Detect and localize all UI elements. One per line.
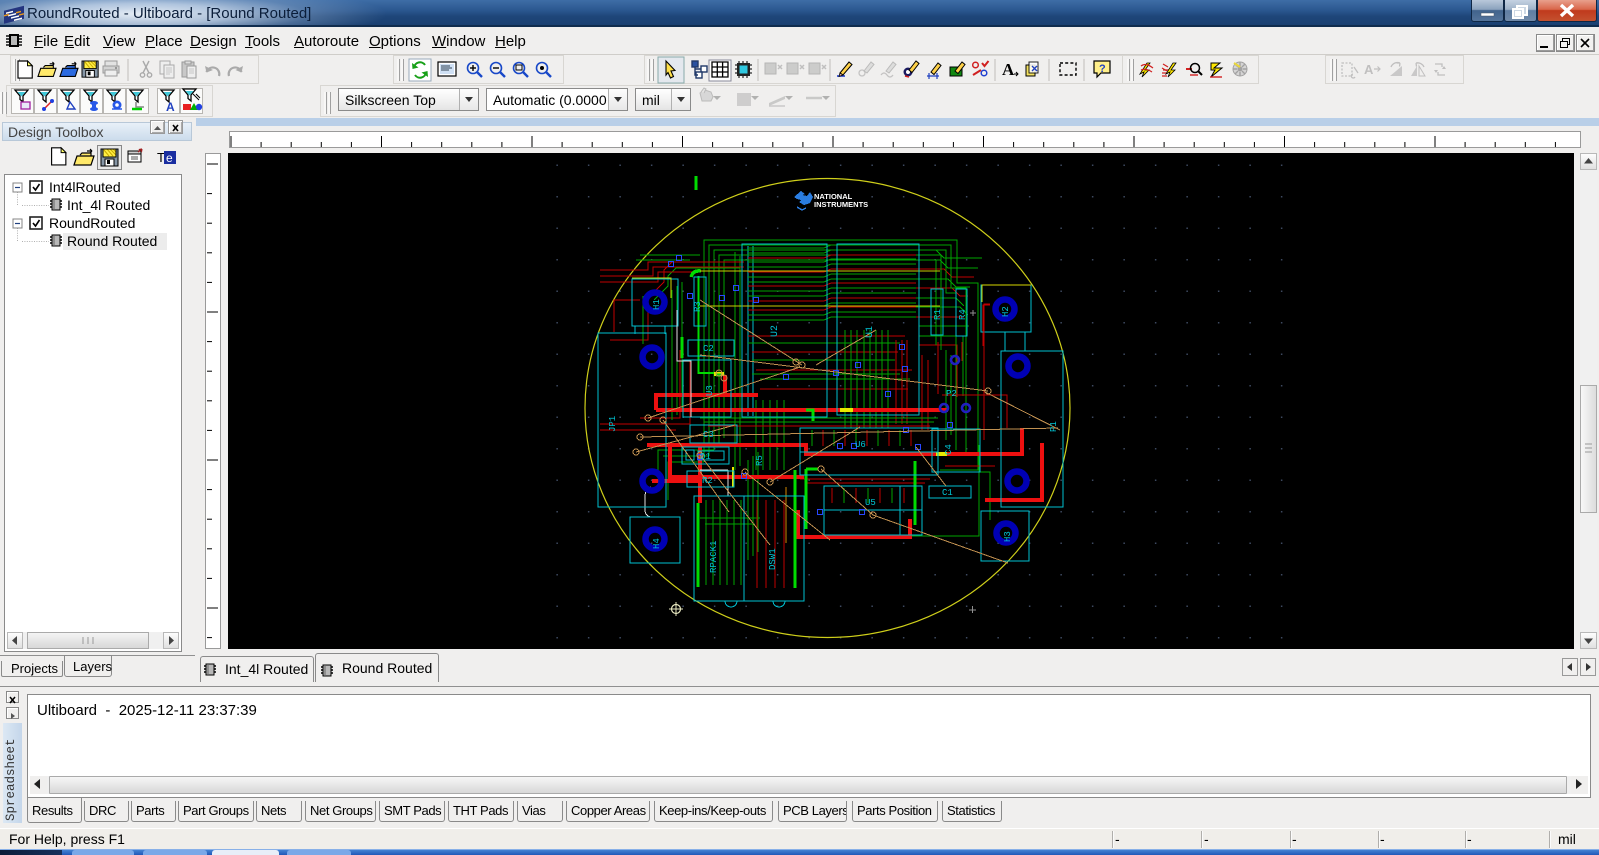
svg-text:C2: C2 <box>703 344 714 354</box>
svg-text:P2: P2 <box>946 389 957 399</box>
svg-text:H3: H3 <box>1003 531 1013 542</box>
svg-text:DSW1: DSW1 <box>768 548 778 570</box>
svg-text:U1: U1 <box>865 326 876 338</box>
svg-text:R1: R1 <box>933 309 943 320</box>
svg-text:C1: C1 <box>942 488 953 498</box>
svg-text:U2: U2 <box>770 325 781 337</box>
svg-text:T: T <box>157 150 165 165</box>
svg-text:RPACK1: RPACK1 <box>709 541 719 573</box>
svg-text:JP1: JP1 <box>608 416 618 432</box>
svg-text:H1: H1 <box>652 299 662 310</box>
svg-text:INSTRUMENTS: INSTRUMENTS <box>814 200 868 209</box>
svg-text:U6: U6 <box>855 440 866 450</box>
svg-text:C3: C3 <box>703 430 714 440</box>
svg-text:A: A <box>166 100 175 114</box>
svg-text:R5: R5 <box>755 455 765 466</box>
svg-text:H4: H4 <box>652 538 662 549</box>
svg-text:C4: C4 <box>944 444 954 455</box>
svg-text:H2: H2 <box>1001 306 1011 317</box>
svg-text:D1: D1 <box>700 452 711 462</box>
svg-text:P1: P1 <box>1049 421 1059 432</box>
svg-text:U5: U5 <box>865 498 876 508</box>
svg-text:e: e <box>166 151 173 165</box>
svg-text:R4: R4 <box>958 309 968 320</box>
svg-text:U3: U3 <box>705 385 715 396</box>
svg-text:R3: R3 <box>693 301 703 312</box>
svg-text:R2: R2 <box>702 476 713 486</box>
